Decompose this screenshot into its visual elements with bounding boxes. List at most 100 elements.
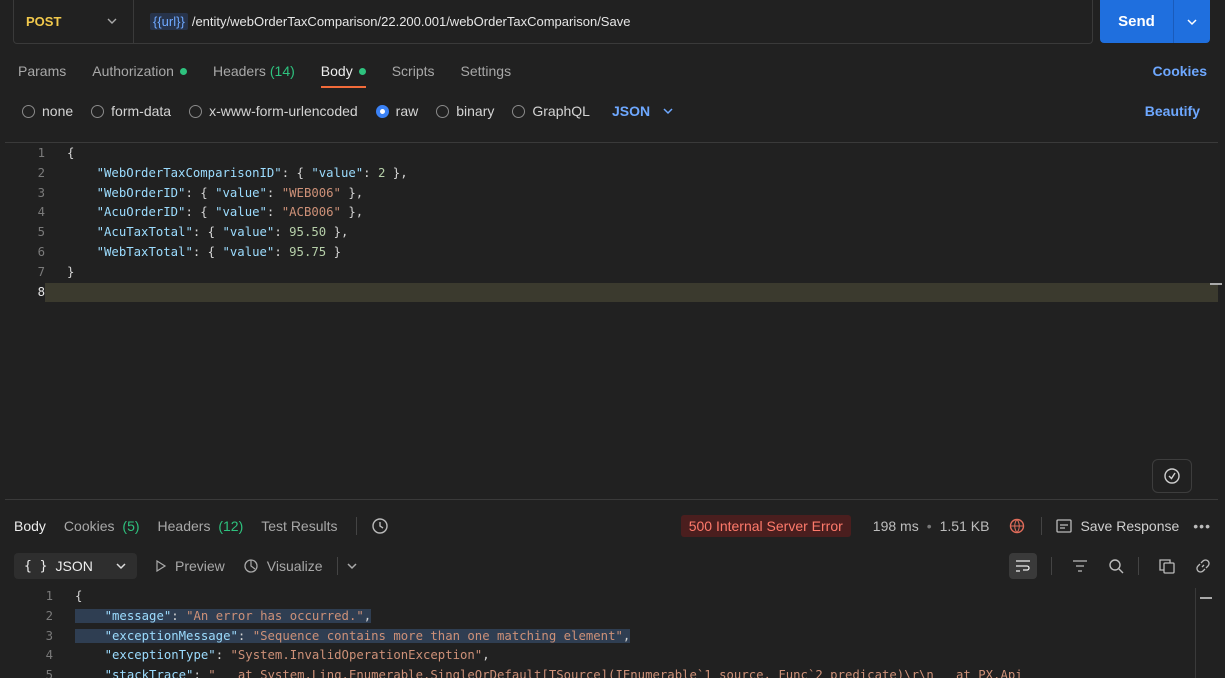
radio-none[interactable]: none bbox=[22, 103, 73, 119]
filter-button[interactable] bbox=[1072, 559, 1088, 573]
globe-error-icon[interactable] bbox=[1009, 517, 1027, 535]
divider bbox=[336, 557, 338, 575]
json-key: "exceptionMessage" bbox=[104, 628, 238, 643]
chevron-down-icon bbox=[1187, 18, 1197, 25]
chevron-down-icon[interactable] bbox=[346, 560, 358, 572]
response-body-viewer[interactable]: 1{2 "message": "An error has occurred.",… bbox=[5, 587, 1190, 678]
assistant-button[interactable] bbox=[1152, 459, 1192, 493]
tab-response-body[interactable]: Body bbox=[14, 518, 46, 534]
request-tabs: Params Authorization Headers (14) Body Sc… bbox=[18, 56, 1207, 88]
url-input[interactable]: {{url}} /entity/webOrderTaxComparison/22… bbox=[134, 13, 630, 30]
json-value: "An error has occurred." bbox=[186, 608, 364, 623]
tab-body[interactable]: Body bbox=[320, 56, 366, 88]
line-number: 4 bbox=[45, 648, 53, 663]
scrollbar[interactable] bbox=[1200, 597, 1212, 599]
code-line: 1{ bbox=[5, 587, 1190, 607]
tab-settings[interactable]: Settings bbox=[461, 56, 512, 86]
history-icon[interactable] bbox=[371, 517, 389, 535]
code-line: 7} bbox=[5, 263, 1218, 283]
code-text: "WebOrderID": { "value": "WEB006" }, bbox=[96, 185, 364, 200]
code-text: "message": "An error has occurred.", bbox=[53, 607, 1190, 627]
code-line: 1{ bbox=[5, 144, 1218, 164]
code-text: { bbox=[75, 589, 83, 603]
method-select[interactable]: POST bbox=[14, 0, 134, 43]
url-variable: {{url}} bbox=[150, 13, 188, 30]
code-text: "WebTaxTotal": { "value": 95.75 } bbox=[96, 244, 341, 259]
beautify-button[interactable]: Beautify bbox=[1145, 103, 1200, 119]
tab-response-headers[interactable]: Headers (12) bbox=[158, 518, 244, 534]
radio-icon bbox=[91, 104, 105, 118]
tab-authorization[interactable]: Authorization bbox=[92, 56, 187, 86]
json-value: " at System.Linq.Enumerable.SingleOrDefa… bbox=[208, 668, 1023, 678]
line-number: 6 bbox=[37, 244, 45, 259]
copy-button[interactable] bbox=[1159, 558, 1175, 574]
code-line: 4 "AcuOrderID": { "value": "ACB006" }, bbox=[5, 203, 1218, 223]
copy-link-button[interactable] bbox=[1195, 558, 1211, 574]
scrollbar-track[interactable] bbox=[1195, 588, 1196, 678]
filter-icon bbox=[1073, 560, 1087, 572]
json-key: "WebOrderID" bbox=[96, 185, 186, 200]
tab-response-cookies[interactable]: Cookies (5) bbox=[64, 518, 140, 534]
send-options-button[interactable] bbox=[1174, 0, 1210, 43]
save-response-button[interactable]: Save Response bbox=[1080, 518, 1179, 534]
link-icon bbox=[1196, 559, 1210, 573]
url-path: /entity/webOrderTaxComparison/22.200.001… bbox=[191, 14, 631, 29]
code-line: 4 "exceptionType": "System.InvalidOperat… bbox=[5, 646, 1190, 666]
visualize-button[interactable]: Visualize bbox=[243, 558, 323, 574]
json-value: "System.InvalidOperationException" bbox=[230, 648, 483, 663]
status-badge[interactable]: 500 Internal Server Error bbox=[680, 515, 851, 537]
divider bbox=[1051, 557, 1052, 575]
code-line: 6 "WebTaxTotal": { "value": 95.75 } bbox=[5, 243, 1218, 263]
more-options-icon[interactable]: ••• bbox=[1193, 518, 1211, 534]
code-line: 5 "AcuTaxTotal": { "value": 95.50 }, bbox=[5, 223, 1218, 243]
selection-highlight: "exceptionMessage": "Sequence contains m… bbox=[75, 628, 631, 643]
format-label: JSON bbox=[611, 103, 651, 119]
tab-params[interactable]: Params bbox=[18, 56, 66, 86]
line-number: 2 bbox=[45, 608, 53, 623]
json-key: "message" bbox=[104, 608, 172, 623]
radio-graphql[interactable]: GraphQL bbox=[512, 103, 590, 119]
headers-count: (12) bbox=[218, 518, 244, 534]
response-time[interactable]: 198 ms bbox=[873, 518, 919, 534]
radio-icon bbox=[189, 104, 203, 118]
radio-form-data[interactable]: form-data bbox=[91, 103, 171, 119]
divider bbox=[1138, 557, 1139, 575]
code-text: "AcuTaxTotal": { "value": 95.50 }, bbox=[96, 225, 349, 240]
tab-label: Params bbox=[18, 63, 67, 79]
code-text: "stackTrace": " at System.Linq.Enumerabl… bbox=[53, 666, 1190, 678]
json-key: "value" bbox=[215, 185, 267, 200]
tab-label: Settings bbox=[460, 63, 512, 79]
send-button[interactable]: Send bbox=[1100, 0, 1174, 43]
code-text: "AcuOrderID": { "value": "ACB006" }, bbox=[96, 205, 364, 220]
tab-label: Scripts bbox=[391, 63, 435, 79]
radio-binary[interactable]: binary bbox=[436, 103, 494, 119]
play-icon bbox=[156, 560, 167, 572]
code-text bbox=[45, 282, 1218, 303]
raw-format-select[interactable]: JSON bbox=[612, 103, 674, 119]
search-button[interactable] bbox=[1108, 558, 1124, 574]
radio-icon bbox=[512, 104, 526, 118]
scrollbar[interactable] bbox=[1210, 283, 1222, 285]
code-line: 8 bbox=[5, 282, 1218, 303]
tab-headers[interactable]: Headers (14) bbox=[213, 56, 295, 86]
response-format-select[interactable]: { } JSON bbox=[14, 553, 137, 579]
tab-label: Headers bbox=[157, 518, 211, 534]
json-key: "value" bbox=[215, 205, 267, 220]
preview-button[interactable]: Preview bbox=[155, 558, 225, 574]
request-body-editor[interactable]: 1{2 "WebOrderTaxComparisonID": { "value"… bbox=[5, 142, 1222, 500]
radio-urlencoded[interactable]: x-www-form-urlencoded bbox=[189, 103, 358, 119]
visualize-label: Visualize bbox=[266, 558, 323, 574]
radio-raw[interactable]: raw bbox=[375, 103, 418, 119]
tab-test-results[interactable]: Test Results bbox=[261, 518, 337, 534]
json-key: "AcuTaxTotal" bbox=[96, 225, 193, 240]
method-label: POST bbox=[26, 14, 62, 29]
request-url-bar: POST {{url}} /entity/webOrderTaxComparis… bbox=[13, 0, 1093, 44]
wrap-lines-button[interactable] bbox=[1009, 553, 1037, 579]
cookies-count: (5) bbox=[122, 518, 140, 534]
visualize-icon bbox=[244, 559, 258, 573]
tab-scripts[interactable]: Scripts bbox=[392, 56, 435, 86]
json-key: "value" bbox=[311, 165, 364, 180]
response-size[interactable]: 1.51 KB bbox=[940, 518, 990, 534]
cookies-link[interactable]: Cookies bbox=[1153, 63, 1207, 79]
json-value: 95.75 bbox=[289, 244, 327, 259]
